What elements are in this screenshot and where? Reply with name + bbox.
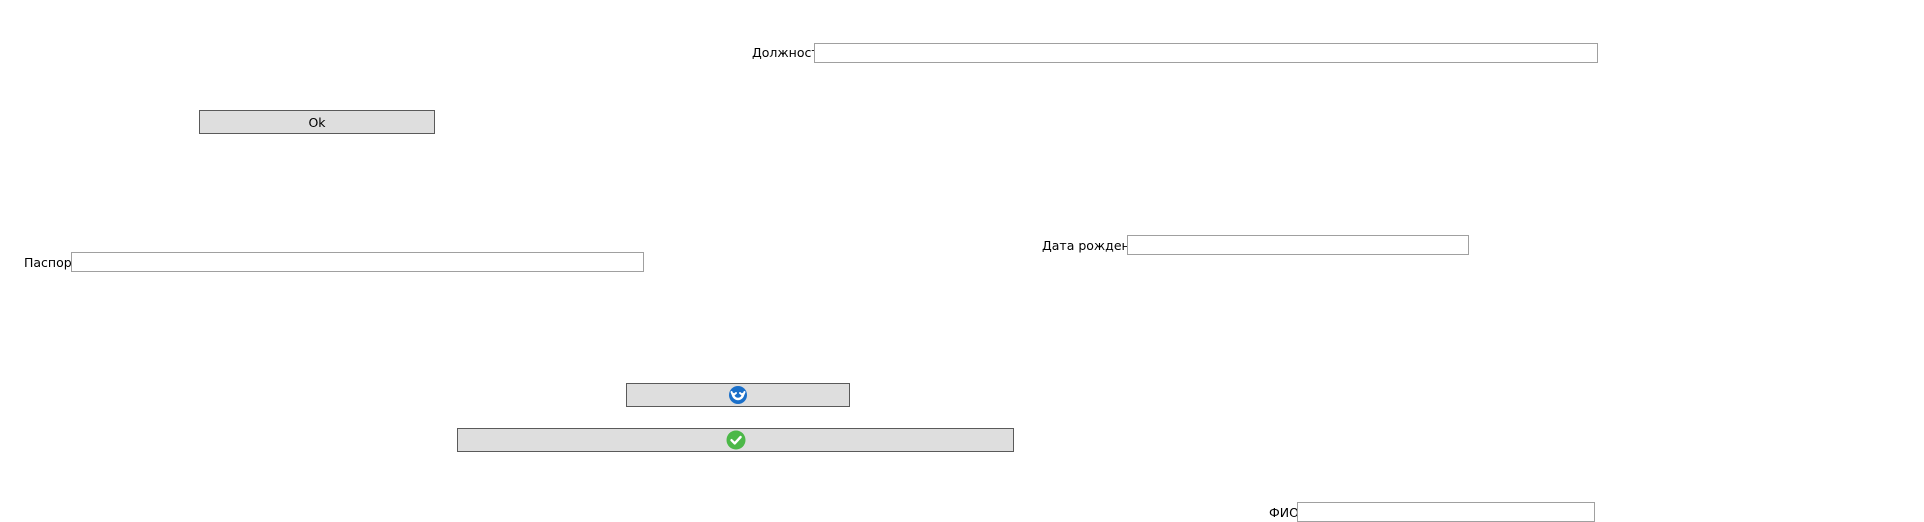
birth-date-input[interactable] [1127, 235, 1469, 255]
passport-input[interactable] [71, 252, 644, 272]
ok-button-label: Ok [308, 114, 326, 130]
confirm-button[interactable] [457, 428, 1014, 452]
full-name-label: ФИО [1269, 505, 1299, 520]
full-name-input[interactable] [1297, 502, 1595, 522]
position-input[interactable] [814, 43, 1598, 63]
refresh-cancel-icon [728, 385, 748, 405]
refresh-button[interactable] [626, 383, 850, 407]
checkmark-icon [726, 430, 746, 450]
ok-button[interactable]: Ok [199, 110, 435, 134]
